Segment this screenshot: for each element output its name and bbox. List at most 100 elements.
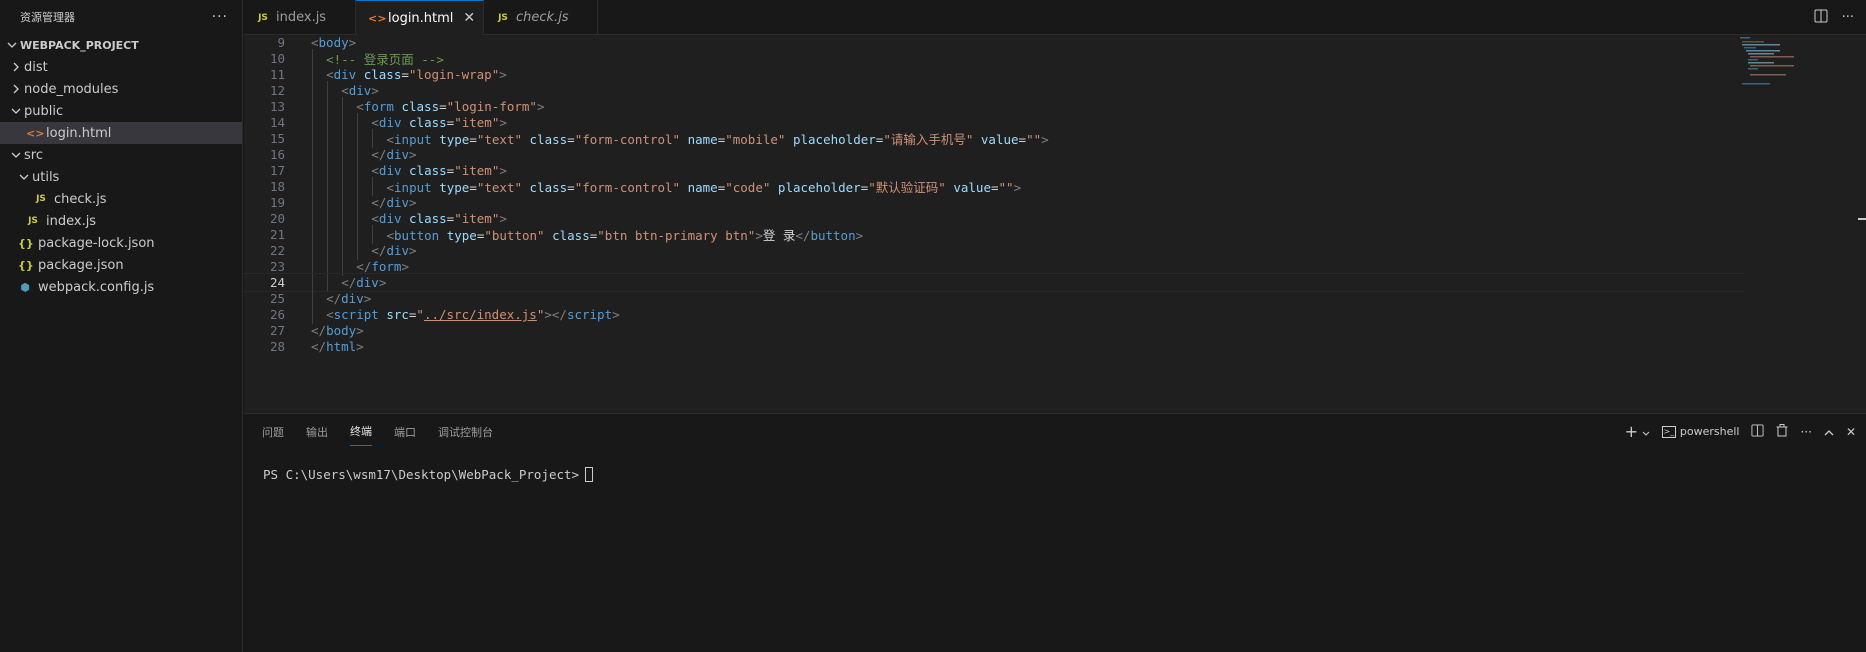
- tree-item-label: login.html: [46, 125, 112, 141]
- code-token: <: [371, 115, 379, 130]
- tree-file[interactable]: ⬢ webpack.config.js: [0, 276, 242, 298]
- code-token: </: [326, 291, 342, 306]
- trash-icon[interactable]: [1776, 423, 1788, 440]
- panel-actions: + >_ powershell ··· ✕: [1625, 414, 1856, 449]
- tab-output[interactable]: 输出: [306, 418, 328, 446]
- code-token: >: [612, 307, 620, 322]
- code-token: "item": [454, 211, 500, 226]
- code-token: "login-form": [446, 99, 537, 114]
- tree-folder[interactable]: node_modules: [0, 78, 242, 100]
- chevron-down-icon: [1642, 431, 1650, 436]
- code-content: </div>: [341, 275, 386, 290]
- split-editor-icon[interactable]: [1814, 9, 1828, 27]
- code-token: >: [409, 195, 417, 210]
- code-token: <: [326, 307, 334, 322]
- tree-folder[interactable]: dist: [0, 56, 242, 78]
- code-token: <: [341, 83, 349, 98]
- line-number: 15: [269, 131, 285, 146]
- editor-actions: ···: [1814, 0, 1854, 35]
- line-number: 13: [269, 99, 285, 114]
- split-terminal-icon[interactable]: [1751, 423, 1765, 440]
- line-number: 21: [269, 227, 285, 242]
- code-token: >: [499, 115, 507, 130]
- tab-index-js[interactable]: JS index.js: [244, 0, 356, 35]
- line-number: 12: [269, 83, 285, 98]
- code-editor[interactable]: 9 <body> 10 <!-- 登录页面 --> 11 <div class="logi…: [244, 35, 1866, 413]
- line-number: 14: [269, 115, 285, 130]
- code-content: <form class="login-form">: [356, 99, 544, 114]
- explorer-title: 资源管理器: [20, 11, 75, 24]
- tab-ports[interactable]: 端口: [394, 418, 416, 446]
- code-token: form: [371, 259, 402, 274]
- scrollbar-cursor-mark: [1858, 218, 1866, 220]
- code-token: >: [356, 339, 364, 354]
- webpack-config-icon: ⬢: [20, 280, 30, 294]
- code-token: >: [348, 35, 357, 50]
- code-token: class: [363, 67, 402, 82]
- js-file-icon: JS: [28, 216, 38, 226]
- code-token: </: [371, 195, 387, 210]
- code-token: div: [386, 147, 410, 162]
- code-token: div: [378, 115, 402, 130]
- tab-login-html[interactable]: <> login.html ✕: [356, 0, 484, 35]
- code-token: </: [311, 323, 327, 338]
- code-token: "item": [454, 115, 500, 130]
- project-folder[interactable]: WEBPACK_PROJECT: [0, 34, 242, 56]
- tree-folder[interactable]: src: [0, 144, 242, 166]
- close-panel-icon[interactable]: ✕: [1846, 425, 1856, 439]
- more-actions-icon[interactable]: ···: [1800, 425, 1811, 439]
- code-token: div: [378, 163, 402, 178]
- tab-debug-console[interactable]: 调试控制台: [438, 418, 493, 446]
- tree-item-label: utils: [32, 169, 60, 185]
- tree-item-label: src: [24, 147, 43, 163]
- code-content: <div class="item">: [371, 115, 507, 130]
- tree-folder[interactable]: public: [0, 100, 242, 122]
- code-line: 28 </html>: [244, 337, 1744, 356]
- tree-file[interactable]: JS check.js: [0, 188, 242, 210]
- chevron-right-icon: [8, 84, 24, 94]
- code-token: html: [326, 339, 357, 354]
- code-token: <: [311, 35, 319, 50]
- tree-file[interactable]: {} package.json: [0, 254, 242, 276]
- code-token: form: [363, 99, 394, 114]
- code-token: <: [356, 99, 364, 114]
- tab-terminal[interactable]: 终端: [350, 417, 372, 446]
- add-terminal-icon[interactable]: +: [1625, 422, 1650, 441]
- panel-tabbar: 问题 输出 终端 端口 调试控制台: [244, 414, 1866, 449]
- code-token: </: [356, 259, 372, 274]
- line-number: 18: [269, 179, 285, 194]
- code-token: div: [348, 83, 372, 98]
- js-file-icon: JS: [258, 12, 268, 23]
- tab-check-js[interactable]: JS check.js: [484, 0, 598, 35]
- tree-item-label: check.js: [54, 191, 107, 207]
- tree-item-label: package.json: [38, 257, 124, 273]
- line-number: 16: [269, 147, 285, 162]
- code-content: </html>: [311, 339, 364, 354]
- code-token: "login-wrap": [408, 67, 500, 82]
- code-token: body: [318, 35, 349, 50]
- tree-file[interactable]: <> login.html: [0, 122, 242, 144]
- tree-file[interactable]: {} package-lock.json: [0, 232, 242, 254]
- code-token: <: [371, 211, 379, 226]
- terminal-shell-selector[interactable]: >_ powershell: [1661, 425, 1739, 438]
- code-token: >: [409, 147, 417, 162]
- tab-label: index.js: [276, 10, 327, 25]
- tree-item-label: webpack.config.js: [38, 279, 155, 295]
- more-actions-icon[interactable]: ···: [212, 9, 228, 25]
- code-token: src: [386, 307, 409, 322]
- tree-file[interactable]: JS index.js: [0, 210, 242, 232]
- tree-item-label: index.js: [46, 213, 97, 229]
- tree-item-label: public: [24, 103, 64, 119]
- code-token: >: [536, 99, 545, 114]
- minimap[interactable]: [1736, 35, 1796, 95]
- close-icon[interactable]: ✕: [463, 10, 475, 26]
- code-token: =: [439, 99, 447, 114]
- tab-problems[interactable]: 问题: [262, 418, 284, 446]
- more-actions-icon[interactable]: ···: [1842, 10, 1854, 25]
- line-number: 24: [269, 275, 285, 290]
- maximize-panel-icon[interactable]: [1824, 425, 1834, 439]
- terminal-output[interactable]: PS C:\Users\wsm17\Desktop\WebPack_Projec…: [244, 449, 1866, 482]
- tree-folder[interactable]: utils: [0, 166, 242, 188]
